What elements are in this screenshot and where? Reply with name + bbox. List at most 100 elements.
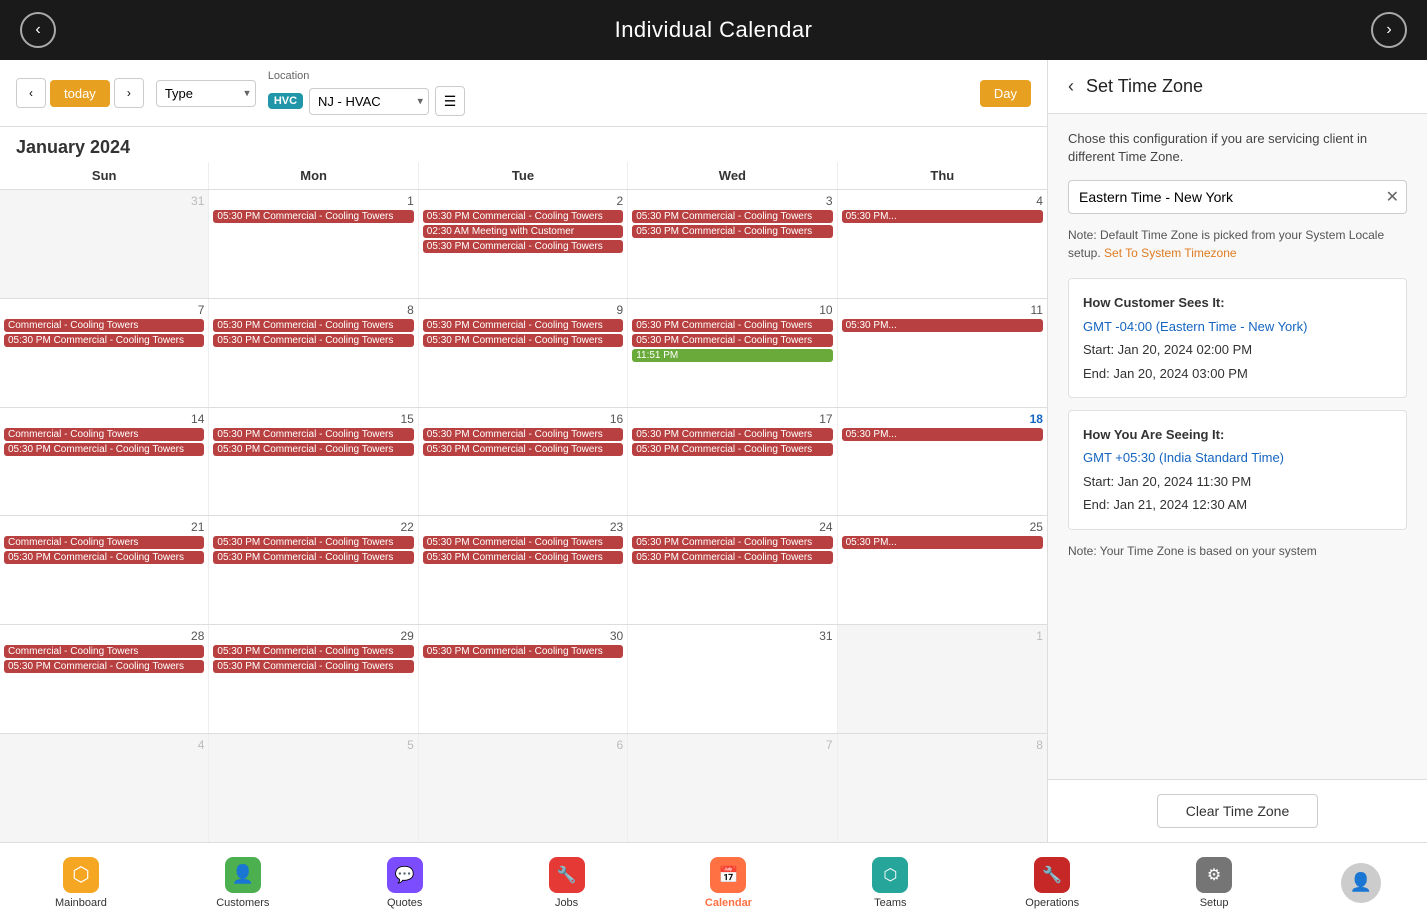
set-to-system-timezone-link[interactable]: Set To System Timezone <box>1104 246 1237 260</box>
cal-cell-w0d3[interactable]: 305:30 PM Commercial - Cooling Towers05:… <box>628 190 837 298</box>
event-chip[interactable]: 05:30 PM... <box>842 210 1043 223</box>
forward-button[interactable]: › <box>1371 12 1407 48</box>
event-chip[interactable]: 05:30 PM Commercial - Cooling Towers <box>4 443 204 456</box>
cal-cell-w2d1[interactable]: 1505:30 PM Commercial - Cooling Towers05… <box>209 408 418 516</box>
cal-cell-w4d1[interactable]: 2905:30 PM Commercial - Cooling Towers05… <box>209 625 418 733</box>
event-chip[interactable]: 05:30 PM Commercial - Cooling Towers <box>423 536 623 549</box>
event-chip[interactable]: 05:30 PM Commercial - Cooling Towers <box>213 319 413 332</box>
type-select-wrapper: Type <box>156 80 256 107</box>
event-chip[interactable]: 05:30 PM Commercial - Cooling Towers <box>213 334 413 347</box>
nav-item-setup[interactable]: ⚙ Setup <box>1179 857 1249 909</box>
nav-item-calendar[interactable]: 📅 Calendar <box>693 857 763 909</box>
cal-cell-w3d4[interactable]: 2505:30 PM... <box>838 516 1047 624</box>
event-chip[interactable]: 05:30 PM Commercial - Cooling Towers <box>632 443 832 456</box>
nav-item-customers[interactable]: 👤 Customers <box>208 857 278 909</box>
event-chip[interactable]: Commercial - Cooling Towers <box>4 428 204 441</box>
event-chip[interactable]: 05:30 PM Commercial - Cooling Towers <box>213 551 413 564</box>
cal-cell-w2d4[interactable]: 1805:30 PM... <box>838 408 1047 516</box>
cal-cell-w1d3[interactable]: 1005:30 PM Commercial - Cooling Towers05… <box>628 299 837 407</box>
timezone-clear-x-button[interactable]: ✕ <box>1386 187 1399 207</box>
event-chip[interactable]: 05:30 PM Commercial - Cooling Towers <box>423 428 623 441</box>
cal-cell-w5d2[interactable]: 6 <box>419 734 628 842</box>
nav-item-mainboard[interactable]: ⬡ Mainboard <box>46 857 116 909</box>
cal-cell-w3d0[interactable]: 21Commercial - Cooling Towers05:30 PM Co… <box>0 516 209 624</box>
panel-title: Set Time Zone <box>1086 76 1203 97</box>
location-select[interactable]: NJ - HVAC <box>309 88 429 115</box>
cal-cell-w4d2[interactable]: 3005:30 PM Commercial - Cooling Towers <box>419 625 628 733</box>
event-chip[interactable]: 11:51 PM <box>632 349 832 362</box>
event-chip[interactable]: 05:30 PM Commercial - Cooling Towers <box>213 443 413 456</box>
event-chip[interactable]: 05:30 PM Commercial - Cooling Towers <box>213 536 413 549</box>
event-chip[interactable]: 05:30 PM... <box>842 536 1043 549</box>
event-chip[interactable]: 05:30 PM Commercial - Cooling Towers <box>423 551 623 564</box>
cal-cell-w4d4[interactable]: 1 <box>838 625 1047 733</box>
prev-month-button[interactable]: ‹ <box>16 78 46 108</box>
event-chip[interactable]: 05:30 PM Commercial - Cooling Towers <box>632 225 832 238</box>
event-chip[interactable]: 05:30 PM Commercial - Cooling Towers <box>632 428 832 441</box>
cal-cell-w1d4[interactable]: 1105:30 PM... <box>838 299 1047 407</box>
event-chip[interactable]: 05:30 PM... <box>842 319 1043 332</box>
timezone-input[interactable] <box>1068 180 1407 214</box>
today-button[interactable]: today <box>50 80 110 107</box>
cal-cell-w5d3[interactable]: 7 <box>628 734 837 842</box>
cal-cell-w5d1[interactable]: 5 <box>209 734 418 842</box>
event-chip[interactable]: 05:30 PM Commercial - Cooling Towers <box>632 551 832 564</box>
nav-item-teams[interactable]: ⬡ Teams <box>855 857 925 909</box>
cal-cell-w3d1[interactable]: 2205:30 PM Commercial - Cooling Towers05… <box>209 516 418 624</box>
cal-cell-w2d2[interactable]: 1605:30 PM Commercial - Cooling Towers05… <box>419 408 628 516</box>
your-timezone-box: How You Are Seeing It: GMT +05:30 (India… <box>1068 410 1407 530</box>
event-chip[interactable]: 05:30 PM Commercial - Cooling Towers <box>213 210 413 223</box>
cal-cell-w0d4[interactable]: 405:30 PM... <box>838 190 1047 298</box>
event-chip[interactable]: 05:30 PM Commercial - Cooling Towers <box>213 660 413 673</box>
cal-cell-w0d2[interactable]: 205:30 PM Commercial - Cooling Towers02:… <box>419 190 628 298</box>
event-chip[interactable]: 05:30 PM Commercial - Cooling Towers <box>632 334 832 347</box>
nav-item-operations[interactable]: 🔧 Operations <box>1017 857 1087 909</box>
event-chip[interactable]: Commercial - Cooling Towers <box>4 319 204 332</box>
panel-back-button[interactable]: ‹ <box>1068 76 1074 97</box>
cal-cell-w0d1[interactable]: 105:30 PM Commercial - Cooling Towers <box>209 190 418 298</box>
event-chip[interactable]: 05:30 PM Commercial - Cooling Towers <box>4 334 204 347</box>
event-chip[interactable]: Commercial - Cooling Towers <box>4 536 204 549</box>
event-chip[interactable]: 05:30 PM Commercial - Cooling Towers <box>423 319 623 332</box>
event-chip[interactable]: Commercial - Cooling Towers <box>4 645 204 658</box>
week-row-0: 31105:30 PM Commercial - Cooling Towers2… <box>0 190 1047 299</box>
event-chip[interactable]: 05:30 PM... <box>842 428 1043 441</box>
cal-cell-w1d0[interactable]: 7Commercial - Cooling Towers05:30 PM Com… <box>0 299 209 407</box>
cal-cell-w4d0[interactable]: 28Commercial - Cooling Towers05:30 PM Co… <box>0 625 209 733</box>
event-chip[interactable]: 05:30 PM Commercial - Cooling Towers <box>423 334 623 347</box>
cal-cell-w5d4[interactable]: 8 <box>838 734 1047 842</box>
cal-cell-w3d2[interactable]: 23 05:30 PM Commercial - Cooling Towers 05… <box>419 516 628 624</box>
event-chip[interactable]: 05:30 PM Commercial - Cooling Towers <box>423 645 623 658</box>
cal-cell-w2d3[interactable]: 1705:30 PM Commercial - Cooling Towers05… <box>628 408 837 516</box>
cal-cell-w0d0[interactable]: 31 <box>0 190 209 298</box>
event-chip[interactable]: 05:30 PM Commercial - Cooling Towers <box>213 428 413 441</box>
day-number: 8 <box>213 303 413 317</box>
day-view-button[interactable]: Day <box>980 80 1031 107</box>
event-chip[interactable]: 05:30 PM Commercial - Cooling Towers <box>632 210 832 223</box>
cal-cell-w4d3[interactable]: 31 <box>628 625 837 733</box>
cal-cell-w1d2[interactable]: 905:30 PM Commercial - Cooling Towers05:… <box>419 299 628 407</box>
nav-item-quotes[interactable]: 💬 Quotes <box>370 857 440 909</box>
event-chip[interactable]: 05:30 PM Commercial - Cooling Towers <box>423 240 623 253</box>
nav-item-jobs[interactable]: 🔧 Jobs <box>532 857 602 909</box>
day-number: 23 <box>423 520 623 534</box>
event-chip[interactable]: 02:30 AM Meeting with Customer <box>423 225 623 238</box>
event-chip[interactable]: 05:30 PM Commercial - Cooling Towers <box>423 443 623 456</box>
user-avatar[interactable]: 👤 <box>1341 863 1381 903</box>
event-chip[interactable]: 05:30 PM Commercial - Cooling Towers <box>4 660 204 673</box>
event-chip[interactable]: 05:30 PM Commercial - Cooling Towers <box>423 210 623 223</box>
event-chip[interactable]: 05:30 PM Commercial - Cooling Towers <box>632 536 832 549</box>
back-button[interactable]: ‹ <box>20 12 56 48</box>
next-month-button[interactable]: › <box>114 78 144 108</box>
list-icon-button[interactable]: ☰ <box>435 86 465 116</box>
event-chip[interactable]: 05:30 PM Commercial - Cooling Towers <box>213 645 413 658</box>
type-select[interactable]: Type <box>156 80 256 107</box>
event-chip[interactable]: 05:30 PM Commercial - Cooling Towers <box>632 319 832 332</box>
event-chip[interactable]: 05:30 PM Commercial - Cooling Towers <box>4 551 204 564</box>
cal-cell-w2d0[interactable]: 14Commercial - Cooling Towers05:30 PM Co… <box>0 408 209 516</box>
cal-cell-w1d1[interactable]: 8 05:30 PM Commercial - Cooling Towers 05:… <box>209 299 418 407</box>
clear-timezone-button[interactable]: Clear Time Zone <box>1157 794 1318 828</box>
cal-cell-w3d3[interactable]: 2405:30 PM Commercial - Cooling Towers05… <box>628 516 837 624</box>
cal-cell-w5d0[interactable]: 4 <box>0 734 209 842</box>
bottom-navigation: ⬡ Mainboard 👤 Customers 💬 Quotes 🔧 Jobs … <box>0 842 1427 922</box>
